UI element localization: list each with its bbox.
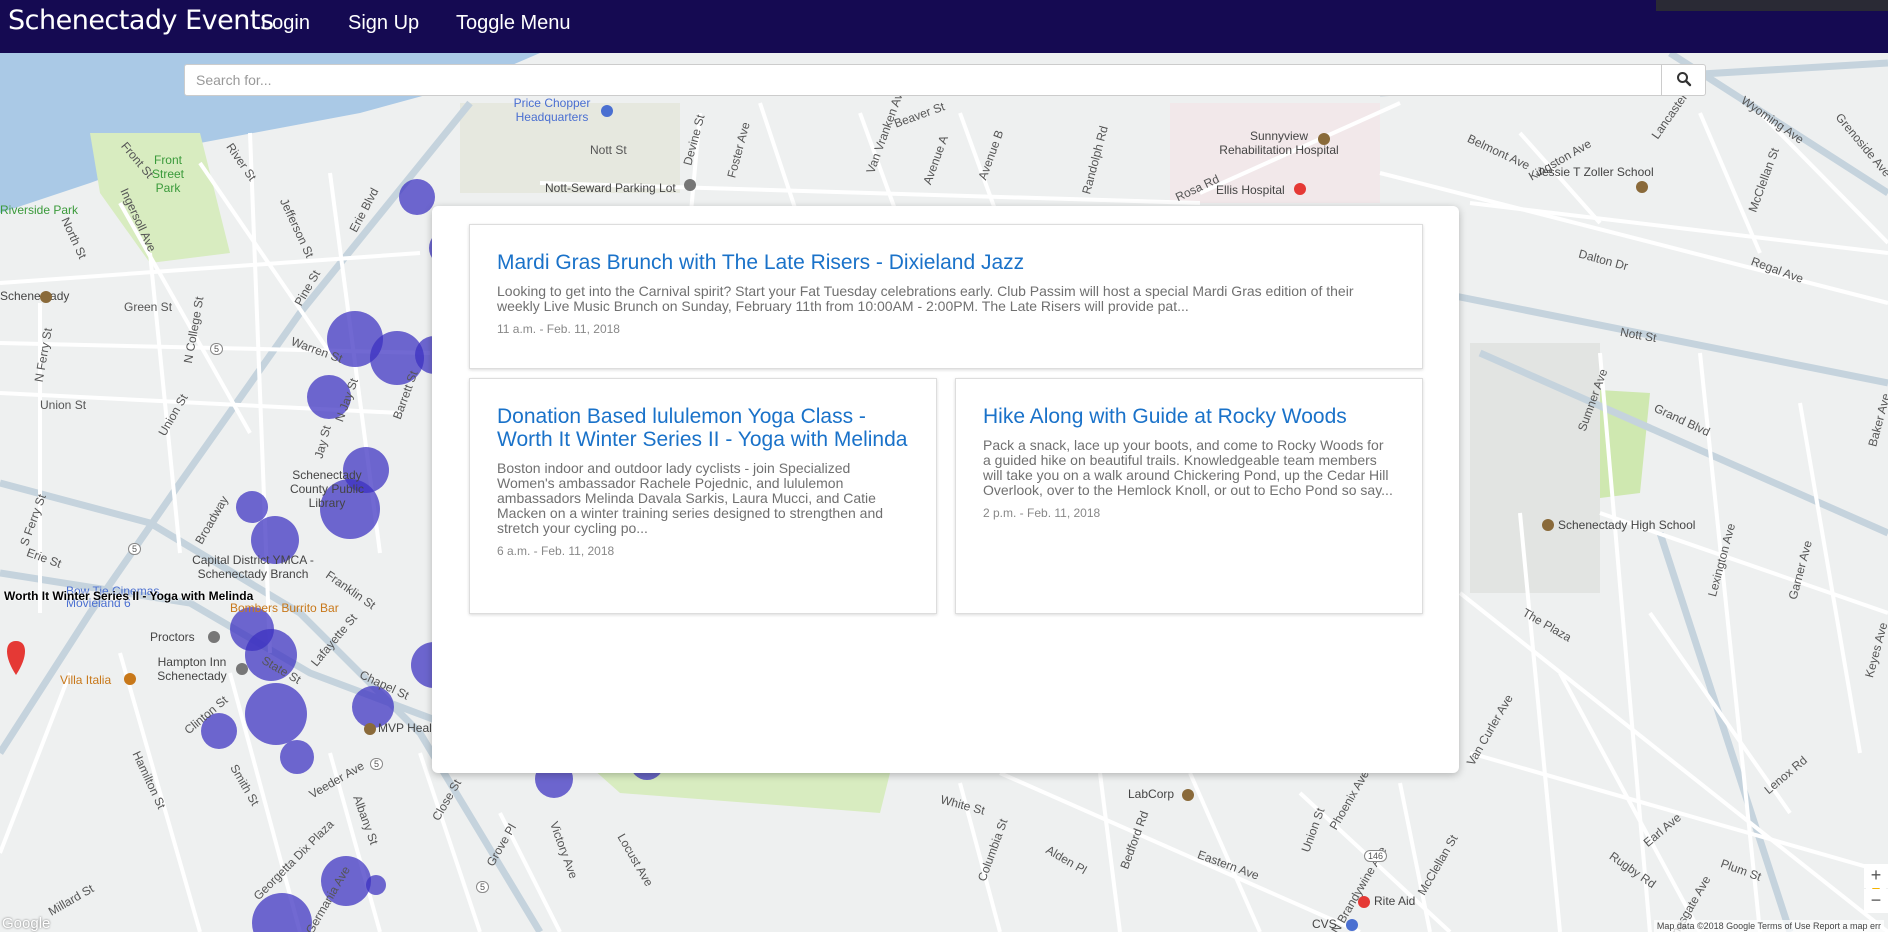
place-label: Schenectady High School	[1558, 518, 1696, 532]
events-panel: Mardi Gras Brunch with The Late Risers -…	[432, 206, 1459, 773]
pharmacy-icon[interactable]	[1346, 919, 1358, 931]
event-card[interactable]: Mardi Gras Brunch with The Late Risers -…	[469, 224, 1423, 369]
place-label: Schenectady	[0, 289, 70, 303]
event-datetime: 11 a.m. - Feb. 11, 2018	[497, 322, 620, 336]
shopping-icon[interactable]	[601, 105, 613, 117]
hospital-icon[interactable]	[1294, 183, 1306, 195]
place-label: Capital District YMCA - Schenectady Bran…	[192, 553, 314, 581]
search-button[interactable]	[1661, 64, 1706, 96]
street-label: Union St	[40, 398, 87, 412]
school-icon[interactable]	[1636, 181, 1648, 193]
route-shield: 5	[210, 343, 224, 355]
place-label: Riverside Park	[0, 203, 79, 217]
route-shield: 5	[476, 881, 490, 893]
zoom-in-button[interactable]: +	[1864, 864, 1888, 888]
place-label: LabCorp	[1128, 787, 1175, 801]
pharmacy-icon[interactable]	[1358, 896, 1370, 908]
place-label: Nott-Seward Parking Lot	[545, 181, 676, 195]
place-label: MVP Healt	[378, 721, 436, 735]
event-card[interactable]: Hike Along with Guide at Rocky Woods Pac…	[955, 378, 1423, 614]
hotel-icon[interactable]	[236, 663, 248, 675]
zoom-out-button[interactable]: −	[1864, 889, 1888, 913]
place-label: Bombers Burrito Bar	[230, 601, 339, 615]
event-description: Pack a snack, lace up your boots, and co…	[983, 437, 1393, 498]
toggle-menu-link[interactable]: Toggle Menu	[456, 12, 571, 35]
street-label: Green St	[124, 300, 173, 314]
event-title-link[interactable]: Mardi Gras Brunch with The Late Risers -…	[497, 251, 1395, 274]
event-description: Looking to get into the Carnival spirit?…	[497, 283, 1354, 314]
event-title-link[interactable]: Donation Based lululemon Yoga Class - Wo…	[497, 405, 909, 451]
map-attribution[interactable]: Map data ©2018 Google Terms of Use Repor…	[1653, 920, 1884, 932]
event-card[interactable]: Donation Based lululemon Yoga Class - Wo…	[469, 378, 937, 614]
medical-icon[interactable]	[364, 723, 376, 735]
google-logo: Google	[2, 915, 51, 932]
event-description: Boston indoor and outdoor lady cyclists …	[497, 460, 884, 536]
theater-icon[interactable]	[208, 631, 220, 643]
event-title-link[interactable]: Hike Along with Guide at Rocky Woods	[983, 405, 1395, 428]
event-datetime: 2 p.m. - Feb. 11, 2018	[983, 506, 1101, 520]
place-label: Villa Italia	[60, 673, 112, 687]
search-icon	[1676, 71, 1691, 86]
place-label: Jessie T Zoller School	[1536, 165, 1654, 179]
route-shield: 5	[128, 543, 142, 555]
street-label: Nott St	[590, 143, 627, 157]
place-label: Schenectady County Public Library	[289, 468, 365, 510]
place-label: Hampton Inn Schenectady	[157, 655, 227, 683]
parking-icon[interactable]	[684, 179, 696, 191]
place-label: Front Street Park	[151, 153, 184, 195]
museum-icon[interactable]	[40, 291, 52, 303]
place-label: Ellis Hospital	[1216, 183, 1285, 197]
place-label: CVS	[1312, 917, 1337, 931]
search-bar	[184, 64, 1706, 96]
brand-logo[interactable]: Schenectady Events	[8, 5, 274, 36]
map-marker-label[interactable]: Worth It Winter Series II - Yoga with Me…	[4, 589, 253, 603]
route-shield: 5	[370, 758, 384, 770]
map-marker-pin[interactable]	[7, 641, 25, 675]
place-label: Price Chopper Headquarters	[513, 96, 591, 124]
hospital-icon[interactable]	[1318, 133, 1330, 145]
top-navbar: Schenectady Events Login Sign Up Toggle …	[0, 0, 1888, 53]
place-label: Rite Aid	[1374, 894, 1416, 908]
place-label: Proctors	[150, 630, 195, 644]
login-link[interactable]: Login	[261, 12, 310, 35]
route-shield: 146	[1364, 850, 1388, 862]
signup-link[interactable]: Sign Up	[348, 12, 419, 35]
search-input[interactable]	[184, 64, 1662, 96]
event-datetime: 6 a.m. - Feb. 11, 2018	[497, 544, 615, 558]
school-icon[interactable]	[1542, 519, 1554, 531]
medical-icon[interactable]	[1182, 789, 1194, 801]
menu-panel-edge	[1656, 0, 1888, 11]
restaurant-icon[interactable]	[124, 673, 136, 685]
